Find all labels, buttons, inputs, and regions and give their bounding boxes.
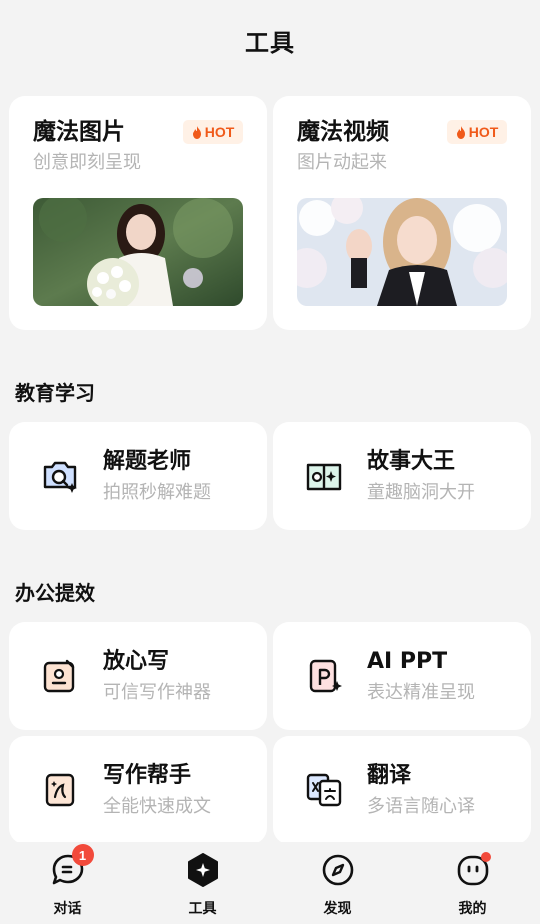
tool-subtitle: 全能快速成文 (103, 796, 211, 817)
magic-video-card[interactable]: 魔法视频 图片动起来 HOT (273, 96, 531, 330)
tool-subtitle: 拍照秒解难题 (103, 482, 211, 503)
writing-doc-icon (45, 773, 75, 807)
tool-title: 解题老师 (103, 449, 192, 474)
tab-label: 工具 (188, 901, 217, 917)
woman-with-flowers-image (33, 198, 243, 306)
page-title: 工具 (245, 28, 295, 57)
compass-icon (320, 852, 356, 888)
pen-check-icon (43, 659, 75, 693)
tool-subtitle: 可信写作神器 (103, 682, 211, 703)
tool-title: 翻译 (367, 763, 412, 788)
tool-solver-teacher[interactable]: 解题老师 拍照秒解难题 (9, 422, 267, 530)
flame-icon (456, 125, 465, 139)
tool-safe-writing[interactable]: 放心写 可信写作神器 (9, 622, 267, 730)
ppt-sparkle-icon (309, 659, 342, 693)
tool-title: 放心写 (103, 649, 170, 674)
magic-picture-card[interactable]: 魔法图片 创意即刻呈现 HOT (9, 96, 267, 330)
tool-ai-ppt[interactable]: AI PPT 表达精准呈现 (273, 622, 531, 730)
tool-subtitle: 多语言随心译 (367, 796, 475, 817)
tool-title: 写作帮手 (103, 763, 192, 788)
section-title-education: 教育学习 (15, 381, 95, 405)
tool-subtitle: 表达精准呈现 (367, 682, 475, 703)
tab-label: 发现 (323, 901, 352, 917)
magic-picture-subtitle: 创意即刻呈现 (33, 152, 141, 173)
girl-waving-image (297, 198, 507, 306)
bottom-tab-bar: 1 对话 工具 发现 我的 (0, 842, 540, 924)
tab-tools[interactable]: 工具 (135, 842, 270, 924)
tool-story-king[interactable]: 故事大王 童趣脑洞大开 (273, 422, 531, 530)
notification-dot (480, 852, 491, 862)
tool-subtitle: 童趣脑洞大开 (367, 482, 475, 503)
hot-badge-label: HOT (468, 124, 499, 140)
tool-title: AI PPT (367, 649, 448, 674)
camera-sparkle-icon (43, 461, 77, 493)
tab-discover[interactable]: 发现 (270, 842, 405, 924)
header: 工具 (0, 0, 540, 80)
tool-translate[interactable]: 翻译 多语言随心译 (273, 736, 531, 844)
hot-badge: HOT (183, 120, 243, 144)
unread-badge: 1 (71, 844, 94, 866)
tools-icon (185, 852, 221, 888)
flame-icon (192, 125, 201, 139)
tab-label: 对话 (53, 901, 82, 917)
hot-badge: HOT (447, 120, 507, 144)
hot-badge-label: HOT (204, 124, 235, 140)
tab-label: 我的 (458, 901, 487, 917)
tab-chat[interactable]: 1 对话 (0, 842, 135, 924)
tab-profile[interactable]: 我的 (405, 842, 540, 924)
tool-writing-helper[interactable]: 写作帮手 全能快速成文 (9, 736, 267, 844)
section-title-office: 办公提效 (15, 581, 95, 605)
translate-icon (306, 773, 342, 807)
tool-title: 故事大王 (367, 449, 456, 474)
profile-icon (455, 852, 491, 888)
chat-icon: 1 (50, 844, 94, 888)
book-sparkle-icon (306, 463, 342, 491)
magic-video-subtitle: 图片动起来 (297, 152, 387, 173)
